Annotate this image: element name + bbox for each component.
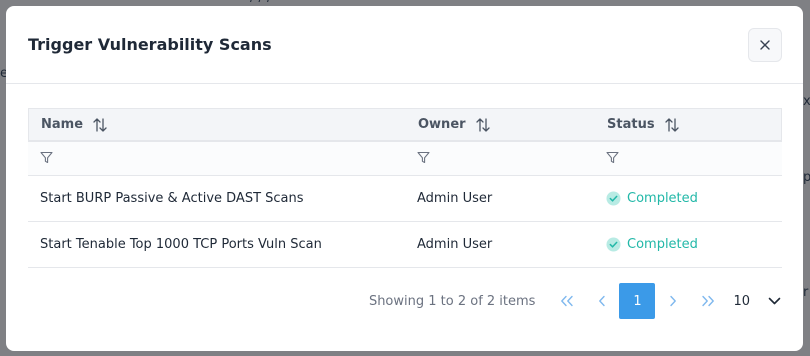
- first-page-button[interactable]: [549, 284, 584, 319]
- sort-icon[interactable]: [475, 117, 490, 133]
- trigger-scans-modal: Trigger Vulnerability Scans Name Owner S…: [6, 6, 803, 351]
- grid-filter-row: [28, 142, 782, 176]
- sort-icon[interactable]: [664, 117, 679, 133]
- column-header-status[interactable]: Status: [595, 117, 781, 133]
- modal-header: Trigger Vulnerability Scans: [6, 6, 803, 84]
- cell-status: Completed: [594, 237, 782, 252]
- cell-owner: Admin User: [417, 237, 493, 252]
- status-text: Completed: [627, 237, 698, 252]
- chevron-down-icon: [768, 297, 781, 305]
- column-header-name[interactable]: Name: [29, 117, 406, 133]
- check-circle-icon: [606, 237, 621, 252]
- column-header-owner[interactable]: Owner: [406, 117, 595, 133]
- close-icon: [760, 39, 770, 50]
- cell-status: Completed: [594, 191, 782, 206]
- status-badge: Completed: [606, 191, 782, 206]
- modal-title: Trigger Vulnerability Scans: [28, 35, 272, 54]
- chevron-right-icon: [670, 295, 676, 307]
- cell-owner: Admin User: [417, 191, 493, 206]
- next-page-button[interactable]: [655, 284, 690, 319]
- status-text: Completed: [627, 191, 698, 206]
- page-size-value: 10: [733, 293, 750, 309]
- scans-grid: Name Owner Status Start BURP Passive & A…: [28, 108, 782, 268]
- check-circle-icon: [606, 191, 621, 206]
- background-fragment: x: [803, 94, 810, 109]
- grid-header-row: Name Owner Status: [28, 108, 782, 142]
- background-fragment: / / /: [250, 0, 271, 5]
- filter-cell-status: [594, 149, 782, 168]
- table-row[interactable]: Start BURP Passive & Active DAST Scans A…: [28, 176, 782, 222]
- filter-icon[interactable]: [40, 151, 53, 164]
- cell-name: Start BURP Passive & Active DAST Scans: [40, 191, 304, 206]
- table-row[interactable]: Start Tenable Top 1000 TCP Ports Vuln Sc…: [28, 222, 782, 268]
- pagination: Showing 1 to 2 of 2 items 1 10: [369, 282, 781, 320]
- filter-icon[interactable]: [417, 151, 430, 164]
- pager-info: Showing 1 to 2 of 2 items: [368, 293, 536, 309]
- close-button[interactable]: [748, 27, 782, 62]
- background-fragment: p: [803, 170, 810, 185]
- column-header-label: Status: [607, 117, 655, 132]
- page-size-select[interactable]: 10: [733, 294, 781, 309]
- chevron-left-icon: [599, 295, 605, 307]
- column-header-label: Owner: [418, 117, 466, 132]
- filter-cell-name: [28, 149, 405, 168]
- filter-icon[interactable]: [606, 151, 619, 164]
- sort-icon[interactable]: [93, 117, 107, 133]
- double-chevron-right-icon: [702, 295, 714, 307]
- status-badge: Completed: [606, 237, 782, 252]
- column-header-label: Name: [41, 117, 84, 132]
- page-number-button[interactable]: 1: [619, 283, 656, 319]
- previous-page-button[interactable]: [584, 284, 619, 319]
- filter-cell-owner: [405, 149, 594, 168]
- background-fragment: r: [803, 285, 809, 300]
- cell-name: Start Tenable Top 1000 TCP Ports Vuln Sc…: [40, 237, 322, 252]
- double-chevron-left-icon: [561, 295, 573, 307]
- last-page-button[interactable]: [690, 284, 725, 319]
